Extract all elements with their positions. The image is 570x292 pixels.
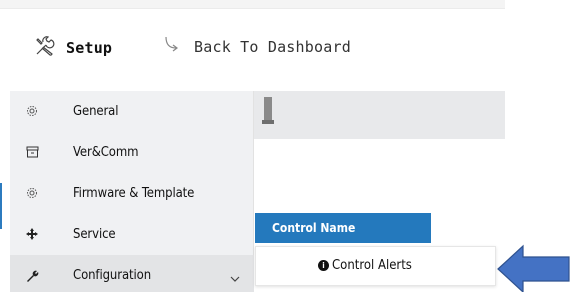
- column-header-label: Control Name: [272, 221, 356, 235]
- gear-icon: [24, 185, 40, 201]
- archive-icon: [24, 144, 40, 160]
- selection-accent: [0, 183, 2, 229]
- menu-item-configuration[interactable]: Configuration: [10, 255, 254, 292]
- menu-item-label: Ver&Comm: [73, 144, 139, 160]
- setup-title[interactable]: Setup: [34, 35, 112, 61]
- gear-icon: [24, 103, 40, 119]
- top-divider: [0, 0, 505, 9]
- menu-item-firmware-template[interactable]: Firmware & Template: [10, 173, 254, 213]
- back-to-dashboard-link[interactable]: Back To Dashboard: [162, 35, 351, 59]
- menu-item-label: Firmware & Template: [73, 185, 195, 201]
- back-arrow-icon: [162, 35, 182, 59]
- tools-icon: [34, 35, 56, 61]
- menu-item-label: Service: [73, 226, 116, 242]
- control-alerts-label: Control Alerts: [332, 258, 412, 273]
- move-icon: [24, 226, 40, 242]
- table-row[interactable]: i Control Alerts: [255, 246, 496, 286]
- setup-header: Setup Back To Dashboard: [0, 30, 505, 64]
- chevron-down-icon[interactable]: [230, 268, 240, 287]
- menu-item-service[interactable]: Service: [10, 214, 254, 254]
- control-name-column-header[interactable]: Control Name: [255, 213, 431, 243]
- wrench-icon: [24, 267, 40, 283]
- setup-label: Setup: [66, 39, 113, 57]
- menu-item-label: Configuration: [73, 267, 152, 283]
- back-to-dashboard-label: Back To Dashboard: [194, 38, 351, 56]
- content-toolbar-band: [254, 91, 505, 139]
- menu-item-ver-comm[interactable]: Ver&Comm: [10, 132, 254, 172]
- cylinder-icon: [262, 96, 274, 130]
- menu-item-label: General: [73, 103, 119, 119]
- info-icon: i: [318, 260, 329, 271]
- left-pointing-arrow-icon: [497, 244, 570, 292]
- setup-dropdown-menu: General Ver&Comm Firmware & Template Ser…: [10, 91, 254, 292]
- menu-item-general[interactable]: General: [10, 91, 254, 131]
- control-alerts-cell[interactable]: i Control Alerts: [318, 258, 412, 273]
